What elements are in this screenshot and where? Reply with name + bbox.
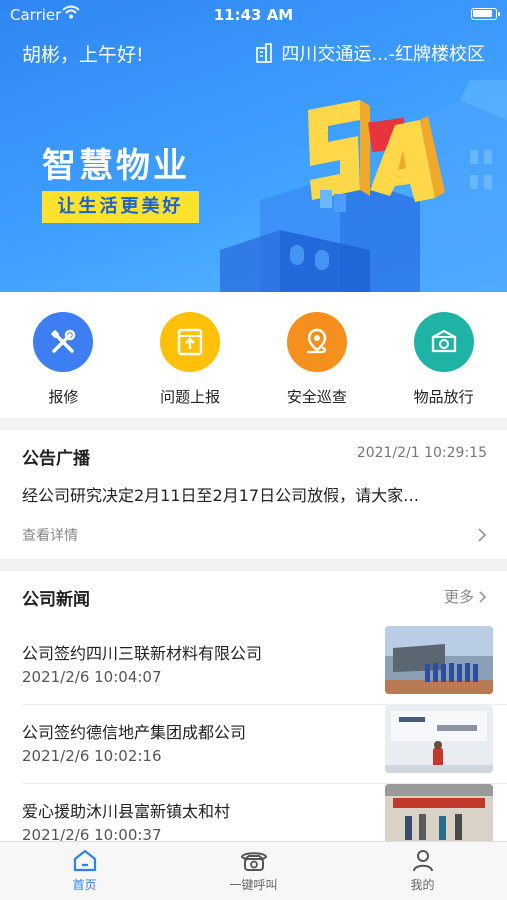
tab-call[interactable]: 一键呼叫 xyxy=(169,842,338,900)
repair-tools-icon xyxy=(51,329,76,353)
header-banner: Carrier 11:43 AM 胡彬，上午好! 四川交通运...-红牌楼校区 … xyxy=(0,0,507,292)
news-thumbnail xyxy=(385,705,493,773)
news-thumbnail xyxy=(385,784,493,841)
repair-circle xyxy=(33,312,94,372)
news-title: 公司签约四川三联新材料有限公司 xyxy=(22,644,263,663)
tab-home-label: 首页 xyxy=(72,878,97,892)
campus-name: 四川交通运...-红牌楼校区 xyxy=(281,44,485,65)
status-bar: Carrier 11:43 AM xyxy=(0,0,507,30)
announcement-title: 公告广播 xyxy=(22,449,90,469)
brand-title: 智慧物业 xyxy=(42,146,190,186)
report-label: 问题上报 xyxy=(160,388,221,406)
chevron-right-icon[interactable] xyxy=(477,527,487,543)
announcement-card[interactable]: 公告广播 2021/2/1 10:29:15 经公司研究决定2月11日至2月17… xyxy=(0,430,507,559)
news-section-title: 公司新闻 xyxy=(22,590,90,610)
repair-button[interactable]: 报修 xyxy=(0,292,127,418)
patrol-label: 安全巡查 xyxy=(286,388,347,406)
phone-icon xyxy=(240,852,267,871)
release-circle xyxy=(413,312,474,372)
tab-call-label: 一键呼叫 xyxy=(229,878,278,892)
building-icon xyxy=(256,43,273,63)
news-thumbnail xyxy=(385,626,493,694)
location-pin-icon xyxy=(306,328,327,354)
patrol-circle xyxy=(286,312,347,372)
tab-home[interactable]: 首页 xyxy=(0,842,169,900)
greeting-text: 胡彬，上午好! xyxy=(22,44,144,66)
report-circle xyxy=(160,312,221,372)
battery-icon xyxy=(471,8,500,20)
tab-profile-label: 我的 xyxy=(410,878,435,892)
news-date: 2021/2/6 10:00:37 xyxy=(22,826,162,841)
chevron-right-icon xyxy=(479,590,487,603)
clock: 11:43 AM xyxy=(213,6,294,24)
news-title: 爱心援助沐川县富新镇太和村 xyxy=(22,802,231,821)
news-item[interactable]: 公司签约德信地产集团成都公司 2021/2/6 10:02:16 xyxy=(0,705,507,784)
bottom-tab-bar: 首页 一键呼叫 我的 xyxy=(0,841,507,900)
brand-tagline: 让生活更美好 xyxy=(42,191,199,223)
home-icon xyxy=(73,849,96,872)
news-date: 2021/2/6 10:02:16 xyxy=(22,747,162,765)
announcement-time: 2021/2/1 10:29:15 xyxy=(356,445,487,461)
company-news-section: 公司新闻 更多 公司签约四川三联新材料有限公司 2021/2/6 10:04:0… xyxy=(0,571,507,841)
repair-label: 报修 xyxy=(48,388,79,406)
city-illustration xyxy=(220,80,507,292)
tab-profile[interactable]: 我的 xyxy=(338,842,507,900)
patrol-button[interactable]: 安全巡查 xyxy=(254,292,381,418)
news-item[interactable]: 公司签约四川三联新材料有限公司 2021/2/6 10:04:07 xyxy=(0,626,507,705)
view-details-link[interactable]: 查看详情 xyxy=(22,525,78,545)
announcement-text: 经公司研究决定2月11日至2月17日公司放假，请大家… xyxy=(22,486,420,505)
campus-selector[interactable]: 四川交通运...-红牌楼校区 xyxy=(255,40,485,66)
news-more-label: 更多 xyxy=(443,588,474,606)
report-issue-button[interactable]: 问题上报 xyxy=(127,292,254,418)
package-icon xyxy=(431,329,456,353)
news-date: 2021/2/6 10:04:07 xyxy=(22,668,162,686)
news-more-link[interactable]: 更多 xyxy=(444,586,487,607)
news-item[interactable]: 爱心援助沐川县富新镇太和村 2021/2/6 10:00:37 xyxy=(0,784,507,841)
news-title: 公司签约德信地产集团成都公司 xyxy=(22,723,247,742)
quick-actions: 报修 问题上报 安全巡查 物品放行 xyxy=(0,292,507,418)
release-label: 物品放行 xyxy=(413,388,474,406)
report-box-icon xyxy=(177,328,203,356)
item-release-button[interactable]: 物品放行 xyxy=(380,292,507,418)
user-icon xyxy=(412,850,433,872)
